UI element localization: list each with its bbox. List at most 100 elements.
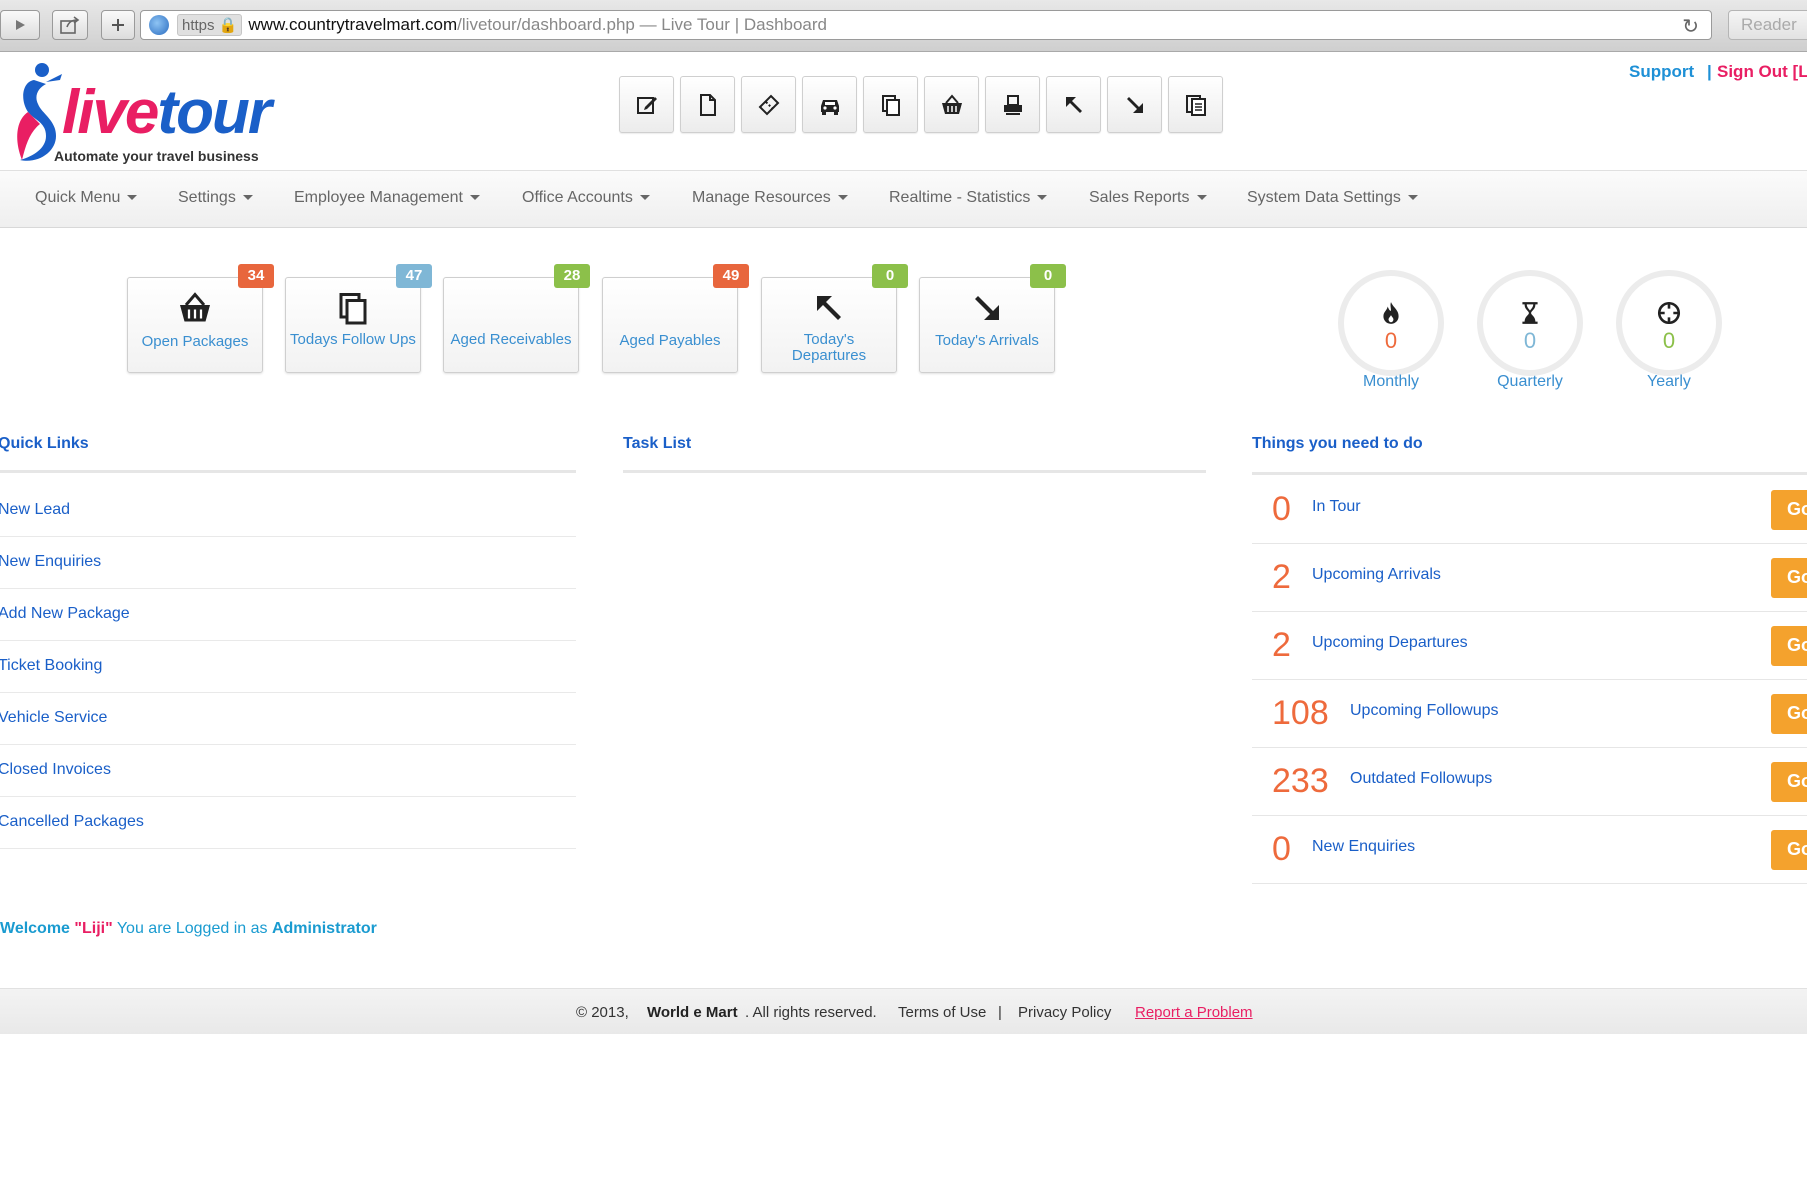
edit-icon [636,96,657,114]
todo-label[interactable]: Upcoming Followups [1350,702,1499,720]
nav-label: System Data Settings [1247,189,1401,206]
circle-icon-wrap [1344,300,1438,326]
package-button[interactable] [924,76,979,133]
reload-icon[interactable]: ↻ [1682,14,1699,39]
quick-link-cancelled-packages[interactable]: Cancelled Packages [0,797,576,849]
address-bar[interactable]: https 🔒 www.countrytravelmart.com/liveto… [140,10,1712,40]
terms-of-use-link[interactable]: Terms of Use [898,1004,986,1021]
quick-link-add-new-package[interactable]: Add New Package [0,589,576,641]
welcome-middle: You are Logged in as [116,920,268,937]
tile-aged-receivables[interactable]: Aged Receivables 28 [443,264,590,373]
todo-label[interactable]: New Enquiries [1312,838,1415,856]
welcome-role: Administrator [271,920,377,937]
sign-out-link[interactable]: Sign Out [Li [1717,62,1807,82]
forward-button[interactable] [0,10,40,40]
tile-label: Open Packages [141,333,249,350]
share-button[interactable] [52,10,88,40]
tile-todays-follow-ups[interactable]: Todays Follow Ups 47 [285,264,432,373]
tile-icon-wrap [920,290,1054,326]
welcome-username: "Liji" [74,920,113,937]
nav-employee-management[interactable]: Employee Management [294,189,480,207]
todo-row-upcoming-arrivals: 2 Upcoming Arrivals Go [1252,544,1807,612]
divider [0,470,576,473]
new-document-button[interactable] [680,76,735,133]
todo-label[interactable]: In Tour [1312,498,1361,516]
todo-count: 2 [1272,626,1291,664]
tile-label: Today's Arrivals [935,332,1039,349]
go-button[interactable]: Go [1771,558,1807,598]
footer: © 2013, World e Mart . All rights reserv… [0,988,1807,1034]
tile-aged-payables[interactable]: Aged Payables 49 [602,264,749,373]
nav-office-accounts[interactable]: Office Accounts [522,189,650,207]
quick-link-ticket-booking[interactable]: Ticket Booking [0,641,576,693]
reader-button[interactable]: Reader [1728,10,1807,40]
todo-count: 2 [1272,558,1291,596]
go-button[interactable]: Go [1771,762,1807,802]
nav-system-data-settings[interactable]: System Data Settings [1247,189,1418,207]
go-button[interactable]: Go [1771,830,1807,870]
new-entry-button[interactable] [619,76,674,133]
go-button[interactable]: Go [1771,490,1807,530]
go-button[interactable]: Go [1771,694,1807,734]
caret-down-icon [242,195,253,201]
nav-manage-resources[interactable]: Manage Resources [692,189,848,207]
caret-down-icon [1196,195,1207,201]
logo-tagline: Automate your travel business [54,148,259,164]
printer-icon [1003,94,1022,115]
tile-todays-departures[interactable]: Today's Departures 0 [761,264,908,373]
basket-icon [180,292,210,322]
logo-wordmark: livetour [62,82,272,144]
todo-label[interactable]: Outdated Followups [1350,770,1492,788]
vehicle-button[interactable] [802,76,857,133]
stat-monthly[interactable]: 0 [1338,270,1444,376]
support-link[interactable]: Support [1629,62,1694,82]
arrow-down-right-icon [975,296,999,320]
todo-count: 233 [1272,762,1329,800]
arrow-down-right-icon [1126,96,1143,113]
tile-label: Todays Follow Ups [290,331,416,348]
nav-realtime-statistics[interactable]: Realtime - Statistics [889,189,1048,207]
livetour-logo[interactable]: livetour Automate your travel business [10,60,290,170]
copy-button[interactable] [863,76,918,133]
print-button[interactable] [985,76,1040,133]
quick-link-new-enquiries[interactable]: New Enquiries [0,537,576,589]
privacy-policy-link[interactable]: Privacy Policy [1018,1004,1111,1021]
footer-company: World e Mart [647,1004,738,1021]
play-icon [16,20,25,30]
departures-button[interactable] [1046,76,1101,133]
nav-label: Employee Management [294,189,463,206]
nav-label: Quick Menu [35,189,121,206]
todo-label[interactable]: Upcoming Arrivals [1312,566,1441,584]
stat-value: 0 [1662,328,1676,353]
go-button[interactable]: Go [1771,626,1807,666]
browser-toolbar: https 🔒 www.countrytravelmart.com/liveto… [0,0,1807,52]
todo-row-in-tour: 0 In Tour Go [1252,476,1807,544]
tile-todays-arrivals[interactable]: Today's Arrivals 0 [919,264,1066,373]
quick-link-closed-invoices[interactable]: Closed Invoices [0,745,576,797]
todo-label[interactable]: Upcoming Departures [1312,634,1468,652]
fire-icon [1383,302,1399,324]
documents-button[interactable] [1168,76,1223,133]
stat-yearly[interactable]: 0 [1616,270,1722,376]
quick-links-title: Quick Links [0,435,89,452]
quick-link-label: Vehicle Service [0,709,108,726]
nav-quick-menu[interactable]: Quick Menu [35,189,138,207]
quick-link-label: Add New Package [0,605,130,622]
copy-icon [339,293,367,325]
nav-sales-reports[interactable]: Sales Reports [1089,189,1207,207]
page: https 🔒 www.countrytravelmart.com/liveto… [0,0,1807,1196]
stat-quarterly[interactable]: 0 [1477,270,1583,376]
quick-link-vehicle-service[interactable]: Vehicle Service [0,693,576,745]
nav-settings[interactable]: Settings [178,189,253,207]
tile-open-packages[interactable]: Open Packages 34 [127,264,274,373]
ticket-button[interactable] [741,76,796,133]
new-tab-button[interactable] [101,10,135,40]
arrivals-button[interactable] [1107,76,1162,133]
basket-icon [941,93,962,114]
todo-title: Things you need to do [1252,435,1423,452]
quick-link-new-lead[interactable]: New Lead [0,485,576,537]
document-icon [699,93,716,116]
tile-icon-wrap [128,290,262,326]
report-problem-link[interactable]: Report a Problem [1135,1004,1253,1021]
documents-icon [1185,94,1206,116]
